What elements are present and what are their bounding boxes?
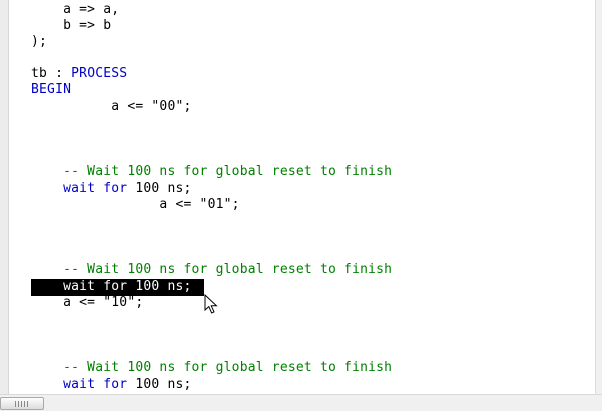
code-line[interactable]: -- Wait 100 ns for global reset to finis… — [31, 262, 392, 278]
code-line[interactable]: ); — [31, 34, 47, 50]
code-line[interactable]: wait for 100 ns; — [31, 279, 192, 295]
code-keyword: wait for — [63, 377, 128, 392]
code-keyword: PROCESS — [71, 66, 128, 81]
code-line[interactable]: a <= "00"; — [31, 99, 192, 115]
code-line[interactable]: BEGIN — [31, 82, 71, 98]
code-text: 100 ns; — [127, 377, 192, 392]
code-text: tb : — [31, 66, 72, 81]
mouse-pointer-icon — [204, 294, 218, 314]
code-keyword: BEGIN — [31, 82, 72, 97]
code-text: a <= "00"; — [31, 99, 192, 114]
code-line[interactable]: a => a, — [31, 2, 119, 18]
code-keyword: wait for — [63, 181, 128, 196]
horizontal-scroll-thumb[interactable] — [0, 397, 44, 410]
code-area[interactable]: a => a, b => b); tb : PROCESS BEGIN a <= "… — [0, 0, 596, 394]
horizontal-scrollbar[interactable] — [0, 394, 602, 411]
code-text: a <= "01"; — [31, 197, 240, 212]
code-text: b => b — [31, 18, 112, 33]
scroll-grip-icon — [15, 401, 29, 407]
selected-code-text: wait for 100 ns; — [31, 279, 192, 294]
code-line[interactable]: a <= "10"; — [31, 295, 143, 311]
vertical-scrollbar[interactable] — [595, 0, 602, 394]
code-text: a <= "10"; — [31, 295, 144, 310]
code-editor[interactable]: a => a, b => b); tb : PROCESS BEGIN a <= "… — [0, 0, 602, 411]
code-line[interactable]: b => b — [31, 18, 111, 34]
code-line[interactable]: -- Wait 100 ns for global reset to finis… — [31, 360, 392, 376]
code-comment: -- Wait 100 ns for global reset to finis… — [31, 360, 393, 375]
code-comment: -- Wait 100 ns for global reset to finis… — [31, 164, 393, 179]
code-comment: -- Wait 100 ns for global reset to finis… — [31, 262, 393, 277]
code-text: a => a, — [31, 2, 120, 17]
code-text: 100 ns; — [127, 181, 192, 196]
code-line[interactable]: -- Wait 100 ns for global reset to finis… — [31, 164, 392, 180]
code-line[interactable]: a <= "01"; — [31, 197, 240, 213]
code-text: ); — [31, 34, 48, 49]
code-line[interactable]: wait for 100 ns; — [31, 181, 192, 197]
code-line[interactable]: wait for 100 ns; — [31, 377, 192, 393]
code-line[interactable]: tb : PROCESS — [31, 66, 127, 82]
